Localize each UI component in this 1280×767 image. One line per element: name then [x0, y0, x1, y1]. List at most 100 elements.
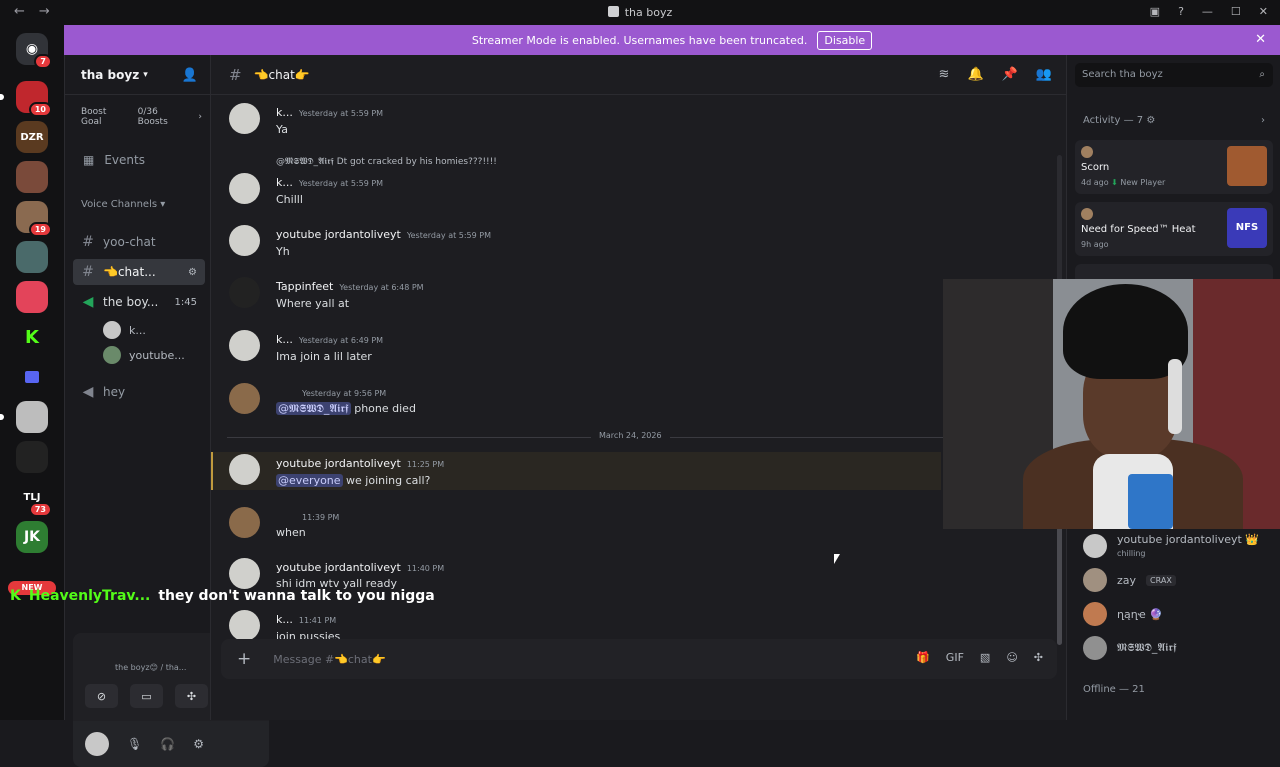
voice-channel-hey[interactable]: ◀ hey — [73, 379, 205, 405]
boost-goal[interactable]: Boost Goal 0/36 Boosts › — [73, 107, 202, 127]
streamer-mode-banner: Streamer Mode is enabled. Usernames have… — [64, 25, 1280, 55]
date-divider-label: March 24, 2026 — [591, 431, 670, 440]
server-icon-1[interactable]: 10 — [0, 81, 52, 117]
avatar[interactable] — [229, 507, 260, 538]
camera-off-button[interactable]: ⊘ — [85, 684, 118, 708]
avatar — [1083, 602, 1107, 626]
channel-chat[interactable]: # 👈chat... ⚙ — [73, 259, 205, 285]
channel-header: # 👈chat👉 ≋ 🔔 📌 👥 — [211, 55, 1066, 95]
message-composer[interactable]: + Message #👈chat👉 🎁 GIF ▧ ☺ ✣ — [221, 639, 1057, 679]
server-icon — [607, 6, 619, 17]
voice-category[interactable]: Voice Channels ▾ — [65, 199, 210, 210]
user-panel: 🎙 🎧 ⚙ — [73, 721, 269, 767]
hash-icon: # — [229, 65, 242, 84]
server-icon-9[interactable]: TLJ 73 — [16, 481, 52, 517]
add-member-icon[interactable]: 👤 — [182, 68, 198, 83]
inbox-icon[interactable]: ▣ — [1150, 5, 1160, 18]
member-item[interactable]: 𝕸𝕾𝖂𝕯_𝕬𝖎𝖗𝖋 — [1083, 633, 1177, 663]
voice-channel-the-boyz[interactable]: ◀ the boy... 1:45 — [73, 289, 205, 315]
everyone-mention[interactable]: @everyone — [276, 474, 343, 487]
maximize-button[interactable]: ☐ — [1231, 5, 1241, 18]
avatar — [1083, 568, 1107, 592]
scrollbar-thumb[interactable] — [1057, 515, 1062, 645]
server-icon-10[interactable]: JK — [16, 521, 48, 553]
notification-badge: 10 — [28, 102, 52, 117]
hash-icon: # — [82, 264, 94, 280]
activities-button[interactable]: ✣ — [175, 684, 208, 708]
folder-icon — [25, 371, 39, 383]
server-header[interactable]: tha boyz ▾ 👤 — [65, 55, 210, 95]
kick-logo-icon: K — [10, 588, 21, 604]
avatar — [1083, 636, 1107, 660]
server-icon-5[interactable] — [16, 241, 48, 273]
pin-icon[interactable]: 📌 — [1002, 67, 1018, 82]
avatar[interactable] — [229, 454, 260, 485]
bell-icon[interactable]: 🔔 — [967, 67, 983, 82]
avatar[interactable] — [229, 610, 260, 641]
calendar-icon: ▦ — [83, 153, 95, 167]
channel-settings-icon[interactable]: ⚙ — [188, 267, 197, 278]
server-icon-8[interactable] — [16, 441, 48, 473]
voice-user[interactable]: k... — [103, 318, 203, 342]
user-mention[interactable]: @𝕸𝕾𝖂𝕯_𝕬𝖎𝖗𝖋 — [276, 402, 351, 415]
activity-header[interactable]: Activity — 7 ⚙ › — [1083, 115, 1265, 126]
member-item[interactable]: ղąղҽ 🔮 — [1083, 599, 1163, 629]
threads-icon[interactable]: ≋ — [939, 67, 950, 82]
window-controls: ▣ ? — ☐ ✕ — [1150, 5, 1268, 18]
avatar — [103, 321, 121, 339]
minimize-button[interactable]: — — [1202, 5, 1213, 18]
close-icon[interactable]: ✕ — [1255, 32, 1266, 47]
emoji-icon[interactable]: ☺ — [1006, 651, 1017, 664]
avatar[interactable] — [229, 225, 260, 256]
member-item[interactable]: zay CRAX — [1083, 565, 1176, 595]
gear-icon[interactable]: ⚙ — [193, 737, 204, 751]
server-icon-2[interactable]: DZR — [16, 121, 48, 153]
screen-share-button[interactable]: ▭ — [130, 684, 163, 708]
message-input[interactable]: Message #👈chat👉 — [273, 653, 385, 666]
voice-user[interactable]: youtube... — [103, 343, 203, 367]
channel-yoo-chat[interactable]: # yoo-chat — [73, 229, 205, 255]
server-icon-4[interactable]: 19 — [16, 201, 52, 237]
speaker-icon: ◀ — [82, 384, 94, 400]
game-thumbnail — [1227, 146, 1267, 186]
avatar — [1083, 534, 1107, 558]
members-icon[interactable]: 👥 — [1036, 67, 1052, 82]
reply-preview[interactable]: @𝕸𝕾𝖂𝕯_𝕬𝖎𝖗𝖋 Dt got cracked by his homies?… — [276, 157, 497, 167]
microphone-icon[interactable]: 🎙 — [127, 737, 142, 751]
avatar[interactable] — [229, 103, 260, 134]
avatar[interactable] — [229, 558, 260, 589]
gif-icon[interactable]: GIF — [946, 651, 964, 664]
member-item[interactable]: youtube jordantoliveyt 👑 chilling — [1083, 531, 1259, 561]
chevron-down-icon: ▾ — [160, 199, 166, 210]
dm-home-button[interactable]: ◉ 7 — [16, 33, 52, 69]
apps-icon[interactable]: ✣ — [1034, 651, 1043, 664]
server-icon-7[interactable] — [0, 401, 48, 433]
plus-icon[interactable]: + — [237, 649, 251, 669]
avatar[interactable] — [85, 732, 109, 756]
server-icon-3[interactable] — [16, 161, 48, 193]
headphones-icon[interactable]: 🎧 — [160, 737, 175, 751]
avatar — [103, 346, 121, 364]
game-thumbnail: NFS — [1227, 208, 1267, 248]
avatar[interactable] — [229, 173, 260, 204]
avatar[interactable] — [229, 383, 260, 414]
notification-badge: 19 — [28, 222, 52, 237]
search-input[interactable]: Search tha boyz ⌕ — [1075, 63, 1273, 87]
chevron-right-icon: › — [1261, 115, 1265, 126]
disable-button[interactable]: Disable — [817, 30, 873, 50]
search-icon: ⌕ — [1259, 69, 1265, 80]
gift-icon[interactable]: 🎁 — [916, 651, 930, 664]
server-icon-6[interactable] — [16, 281, 48, 313]
kick-server-icon[interactable]: K — [16, 321, 48, 353]
window-title: tha boyz — [0, 6, 1280, 19]
avatar[interactable] — [229, 277, 260, 308]
activity-card[interactable]: Need for Speed™ Heat 9h ago NFS — [1075, 202, 1273, 256]
server-folder[interactable] — [16, 361, 48, 393]
close-button[interactable]: ✕ — [1259, 5, 1268, 18]
hash-icon: # — [82, 234, 94, 250]
help-icon[interactable]: ? — [1178, 5, 1184, 18]
sticker-icon[interactable]: ▧ — [980, 651, 990, 664]
events-item[interactable]: ▦ Events — [65, 153, 210, 167]
activity-card[interactable]: Scorn 4d ago ⬇ New Player — [1075, 140, 1273, 194]
avatar[interactable] — [229, 330, 260, 361]
